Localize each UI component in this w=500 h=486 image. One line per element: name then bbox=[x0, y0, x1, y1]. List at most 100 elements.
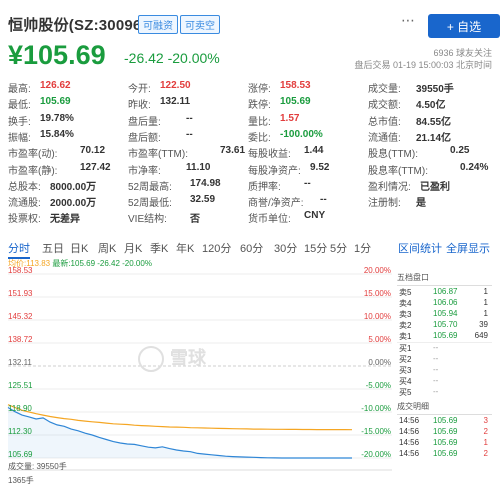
margin-badge[interactable]: 可融资 bbox=[138, 15, 178, 34]
stat-label: 流通股: bbox=[8, 198, 41, 210]
level-label: 买3 bbox=[399, 366, 412, 375]
fullscreen-link[interactable]: 全屏显示 bbox=[446, 240, 490, 256]
level-label: 买1 bbox=[399, 344, 412, 353]
tab-6[interactable]: 年K bbox=[176, 240, 194, 256]
pct-tick-label: -15.00% bbox=[361, 427, 391, 436]
pct-tick-label: -5.00% bbox=[365, 381, 391, 390]
stats-row: 最高: 126.62 今开: 122.50 涨停: 158.53 成交量: 39550手 bbox=[0, 80, 500, 96]
level-label: 买2 bbox=[399, 355, 412, 364]
stat-label: 市盈率(TTM): bbox=[128, 149, 188, 161]
tab-2[interactable]: 日K bbox=[70, 240, 88, 256]
stat-label: 市盈率(动): bbox=[8, 149, 58, 161]
stat-label: 昨收: bbox=[128, 100, 151, 112]
add-watchlist-button[interactable]: + 自选 bbox=[428, 14, 500, 38]
ask-row: 卖3 105.94 1 bbox=[397, 309, 492, 320]
level-price: -- bbox=[433, 354, 439, 363]
stat-label: 成交额: bbox=[368, 100, 401, 112]
stat-value: -100.00% bbox=[280, 128, 323, 140]
trade-volume: 2 bbox=[483, 427, 488, 436]
level-volume: 1 bbox=[483, 309, 488, 318]
volume-scale-label: 1365手 bbox=[8, 476, 34, 485]
stat-value: 9.52 bbox=[310, 161, 330, 173]
intraday-chart: 均价:113.83 最新:105.69 -26.42 -20.00% 雪球 五档… bbox=[0, 258, 500, 486]
stats-row: 市盈率(动): 70.12 市盈率(TTM): 73.61 每股收益: 1.44 股息(TT… bbox=[0, 145, 500, 161]
tab-8[interactable]: 60分 bbox=[240, 240, 263, 256]
stats-row: 振幅: 15.84% 盘后额: -- 委比: -100.00% 流通值: 21.14亿 bbox=[0, 129, 500, 145]
tab-10[interactable]: 15分 bbox=[304, 240, 327, 256]
stat-value: 否 bbox=[190, 214, 200, 226]
tab-11[interactable]: 5分 bbox=[330, 240, 347, 256]
bid-row: 买5 -- bbox=[397, 387, 492, 398]
stat-label: 总市值: bbox=[368, 116, 401, 128]
stat-label: 振幅: bbox=[8, 132, 31, 144]
range-stats-link[interactable]: 区间统计 bbox=[398, 240, 442, 256]
trade-price: 105.69 bbox=[433, 427, 458, 436]
trade-row: 14:56 105.69 1 bbox=[397, 438, 492, 449]
ask-row: 卖1 105.69 649 bbox=[397, 331, 492, 342]
trade-volume: 2 bbox=[483, 449, 488, 458]
stat-value: 174.98 bbox=[190, 177, 221, 189]
tab-1[interactable]: 五日 bbox=[42, 240, 64, 256]
ask-row: 卖5 106.87 1 bbox=[397, 287, 492, 298]
level-price: 105.70 bbox=[433, 320, 458, 329]
xueqiu-watermark: 雪球 bbox=[138, 344, 206, 373]
level-price: -- bbox=[433, 343, 439, 352]
stat-label: 商誉/净资产: bbox=[248, 198, 304, 210]
stat-value: 19.78% bbox=[40, 112, 74, 124]
pct-tick-label: -20.00% bbox=[361, 450, 391, 459]
stat-label: 最高: bbox=[8, 84, 31, 95]
tab-7[interactable]: 120分 bbox=[202, 240, 231, 256]
tab-0[interactable]: 分时 bbox=[8, 240, 30, 259]
stat-label: 流通值: bbox=[368, 132, 401, 144]
stat-label: 换手: bbox=[8, 116, 31, 128]
stat-value: 127.42 bbox=[80, 161, 111, 173]
pct-tick-label: 20.00% bbox=[363, 266, 391, 275]
price-tick-label: 151.93 bbox=[8, 289, 33, 298]
order-book: 五档盘口 卖5 106.87 1 卖4 106.06 1 卖3 105.94 1 卖2 105.70 3… bbox=[397, 272, 492, 460]
level-price: 106.06 bbox=[433, 298, 458, 307]
tab-5[interactable]: 季K bbox=[150, 240, 168, 256]
stat-label: 成交量: bbox=[368, 84, 401, 95]
level-label: 卖4 bbox=[399, 299, 412, 308]
tab-3[interactable]: 周K bbox=[98, 240, 116, 256]
ask-row: 卖2 105.70 39 bbox=[397, 320, 492, 331]
stat-label: VIE结构: bbox=[128, 214, 167, 226]
stat-value: 是 bbox=[416, 198, 426, 210]
trade-price: 105.69 bbox=[433, 449, 458, 458]
bid-row: 买2 -- bbox=[397, 354, 492, 365]
short-badge[interactable]: 可卖空 bbox=[180, 15, 220, 34]
price-tick-label: 105.69 bbox=[8, 450, 33, 459]
tab-9[interactable]: 30分 bbox=[274, 240, 297, 256]
stat-value: 0.24% bbox=[460, 161, 489, 173]
stat-label: 每股净资产: bbox=[248, 165, 301, 177]
stat-value: 已盈利 bbox=[420, 181, 450, 193]
stat-label: 货币单位: bbox=[248, 214, 291, 226]
stats-row: 换手: 19.78% 盘后量: -- 量比: 1.57 总市值: 84.55亿 bbox=[0, 113, 500, 129]
level-price: 105.69 bbox=[433, 331, 458, 340]
pct-tick-label: 15.00% bbox=[363, 289, 391, 298]
tab-4[interactable]: 月K bbox=[124, 240, 142, 256]
pct-tick-label: 0.00% bbox=[368, 358, 391, 367]
stat-value: 8000.00万 bbox=[50, 181, 97, 193]
stat-value: 158.53 bbox=[280, 80, 311, 91]
price-tick-label: 158.53 bbox=[8, 266, 33, 275]
stat-value: 73.61 bbox=[220, 145, 246, 157]
stat-value: 0.25 bbox=[450, 145, 470, 157]
stat-label: 今开: bbox=[128, 84, 151, 95]
trade-time: 14:56 bbox=[399, 438, 420, 447]
trade-volume: 3 bbox=[483, 416, 488, 425]
trade-price: 105.69 bbox=[433, 438, 458, 447]
stat-label: 盘后额: bbox=[128, 132, 161, 144]
level-price: 105.94 bbox=[433, 309, 458, 318]
level-price: -- bbox=[433, 387, 439, 396]
trade-time: 14:56 bbox=[399, 427, 420, 436]
stat-value: 32.59 bbox=[190, 194, 216, 206]
more-icon[interactable]: ⋯ bbox=[401, 12, 415, 29]
stat-label: 52周最低: bbox=[128, 198, 172, 210]
stat-label: 涨停: bbox=[248, 84, 271, 95]
price-tick-label: 118.90 bbox=[8, 404, 32, 413]
trade-status: 盘后交易 01-19 15:00:03 北京时间 bbox=[354, 60, 492, 70]
tab-12[interactable]: 1分 bbox=[354, 240, 371, 256]
pct-tick-label: 5.00% bbox=[368, 335, 391, 344]
level-price: -- bbox=[433, 376, 439, 385]
